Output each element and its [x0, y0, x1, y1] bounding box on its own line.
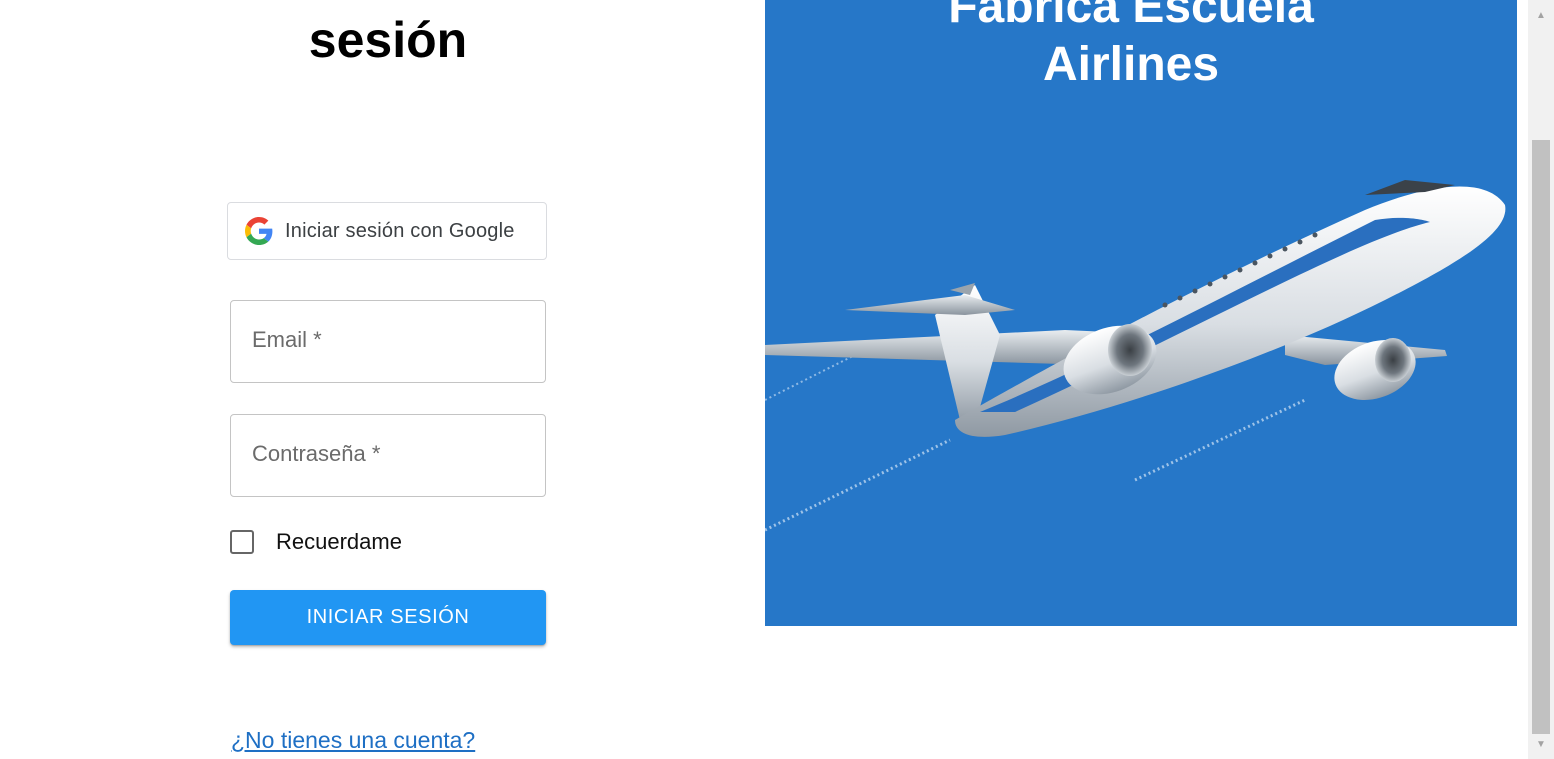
remember-me-row[interactable]: Recuerdame: [230, 529, 402, 555]
email-field[interactable]: Email *: [230, 300, 546, 383]
promo-panel: Fabrica Escuela Airlines: [765, 0, 1517, 626]
page-scrollbar[interactable]: ▲ ▼: [1528, 0, 1554, 759]
promo-title-line2: Airlines: [1042, 38, 1220, 91]
scroll-down-arrow-icon[interactable]: ▼: [1528, 733, 1554, 755]
airplane-illustration: [765, 180, 1506, 532]
password-input[interactable]: [231, 415, 545, 496]
page-title: sesión: [308, 12, 468, 68]
scrollbar-thumb[interactable]: [1532, 140, 1550, 734]
remember-me-checkbox[interactable]: [230, 530, 254, 554]
login-submit-button[interactable]: INICIAR SESIÓN: [230, 590, 546, 645]
signup-link[interactable]: ¿No tienes una cuenta?: [231, 727, 475, 754]
google-signin-label: Iniciar sesión con Google: [285, 219, 515, 242]
password-field[interactable]: Contraseña *: [230, 414, 546, 497]
promo-title-line1: Fabrica Escuela: [948, 0, 1314, 33]
email-input[interactable]: [231, 301, 545, 382]
google-icon: [245, 217, 273, 245]
login-page: sesión Iniciar sesión con Google Email *…: [0, 0, 1554, 759]
remember-me-label: Recuerdame: [276, 529, 402, 554]
scroll-up-arrow-icon[interactable]: ▲: [1528, 4, 1554, 26]
google-signin-button[interactable]: Iniciar sesión con Google: [227, 202, 547, 260]
promo-title: Fabrica Escuela Airlines: [765, 0, 1497, 94]
